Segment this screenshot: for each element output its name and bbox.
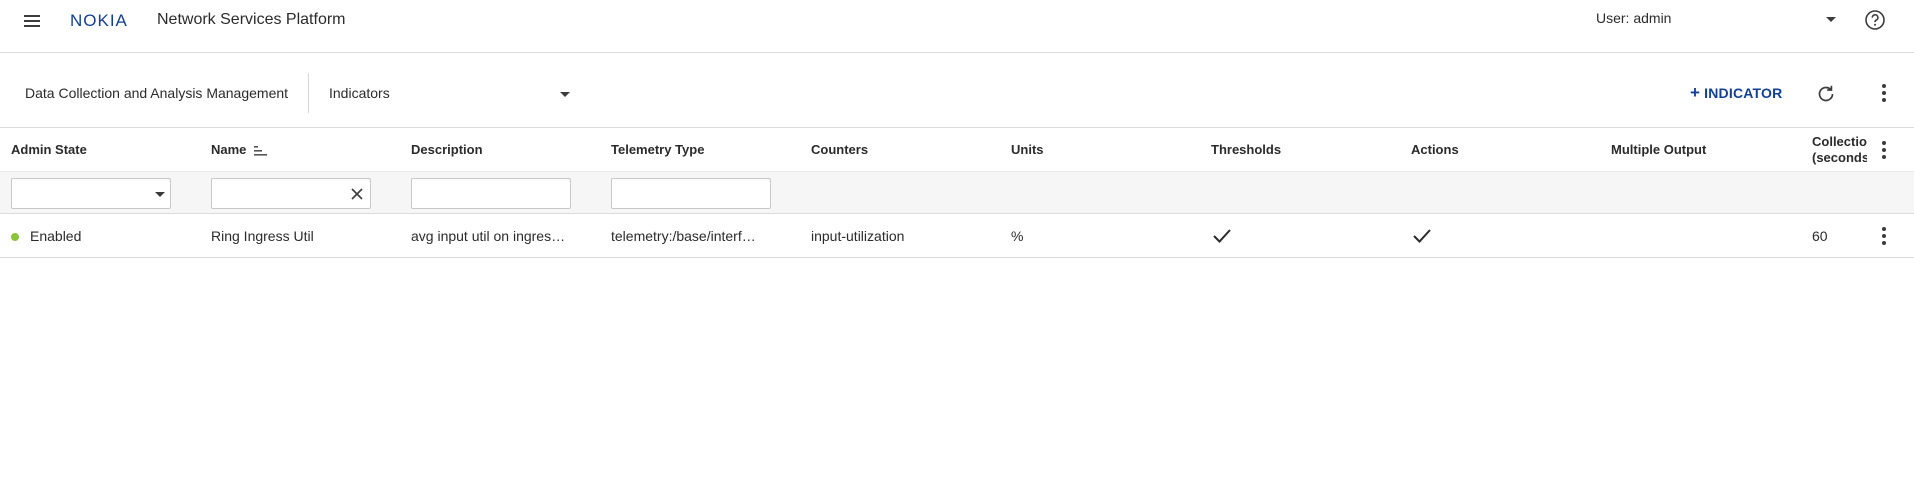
description-filter[interactable] bbox=[411, 178, 571, 209]
filter-row bbox=[0, 171, 1914, 214]
more-vertical-icon[interactable] bbox=[1881, 84, 1887, 104]
column-header-collection-interval[interactable]: Collectio (seconds bbox=[1812, 134, 1867, 166]
status-enabled-icon bbox=[11, 233, 19, 241]
plus-icon: + bbox=[1690, 83, 1701, 102]
column-header-thresholds[interactable]: Thresholds bbox=[1211, 142, 1281, 157]
cell-telemetry-type: telemetry:/base/interf… bbox=[611, 228, 756, 244]
checkmark-icon bbox=[1413, 229, 1431, 243]
description-filter-input[interactable] bbox=[412, 179, 570, 208]
user-menu[interactable]: User: admin bbox=[1596, 10, 1671, 26]
name-filter[interactable] bbox=[211, 178, 371, 209]
table-header: Admin State Name Description Telemetry T… bbox=[0, 128, 1914, 171]
app-title: Network Services Platform bbox=[157, 11, 346, 28]
chevron-down-icon bbox=[560, 92, 570, 97]
refresh-icon[interactable] bbox=[1815, 83, 1837, 105]
sort-icon[interactable] bbox=[254, 145, 268, 156]
close-icon[interactable] bbox=[350, 187, 364, 201]
chevron-down-icon bbox=[155, 192, 165, 197]
cell-description: avg input util on ingres… bbox=[411, 228, 566, 244]
help-circle-icon[interactable] bbox=[1864, 9, 1886, 31]
svg-text:NOKIA: NOKIA bbox=[70, 11, 128, 29]
nokia-logo: NOKIA bbox=[70, 11, 128, 29]
column-header-name[interactable]: Name bbox=[211, 142, 268, 157]
add-indicator-button[interactable]: + INDICATOR bbox=[1690, 83, 1782, 105]
divider bbox=[308, 73, 309, 113]
column-header-description[interactable]: Description bbox=[411, 142, 483, 157]
name-filter-input[interactable] bbox=[212, 179, 370, 208]
breadcrumb: Data Collection and Analysis Management bbox=[25, 85, 289, 101]
chevron-down-icon[interactable] bbox=[1826, 17, 1836, 22]
telemetry-type-filter-input[interactable] bbox=[612, 179, 770, 208]
column-header-collection-line1: Collectio bbox=[1812, 134, 1867, 149]
page-toolbar: Data Collection and Analysis Management … bbox=[0, 53, 1914, 128]
column-header-multiple-output[interactable]: Multiple Output bbox=[1611, 142, 1706, 157]
checkmark-icon bbox=[1213, 229, 1231, 243]
column-header-collection-line2: (seconds bbox=[1812, 150, 1867, 165]
table-row[interactable]: Enabled Ring Ingress Util avg input util… bbox=[0, 214, 1914, 258]
row-more-vertical-icon[interactable] bbox=[1881, 227, 1887, 247]
cell-units: % bbox=[1011, 228, 1024, 244]
cell-counters: input-utilization bbox=[811, 228, 905, 244]
cell-collection-interval: 60 bbox=[1812, 228, 1828, 244]
cell-admin-state: Enabled bbox=[30, 228, 82, 244]
hamburger-icon[interactable] bbox=[22, 12, 44, 30]
column-header-admin-state[interactable]: Admin State bbox=[11, 142, 87, 157]
add-indicator-label: INDICATOR bbox=[1704, 85, 1783, 101]
more-vertical-icon[interactable] bbox=[1881, 141, 1887, 161]
telemetry-type-filter[interactable] bbox=[611, 178, 771, 209]
app-header: NOKIA Network Services Platform User: ad… bbox=[0, 0, 1914, 53]
view-select[interactable]: Indicators bbox=[329, 75, 571, 105]
admin-state-filter[interactable] bbox=[11, 178, 171, 209]
column-header-units[interactable]: Units bbox=[1011, 142, 1044, 157]
column-header-actions[interactable]: Actions bbox=[1411, 142, 1459, 157]
column-header-counters[interactable]: Counters bbox=[811, 142, 868, 157]
column-header-telemetry-type[interactable]: Telemetry Type bbox=[611, 142, 704, 157]
column-header-name-label: Name bbox=[211, 142, 247, 157]
view-select-value: Indicators bbox=[329, 85, 390, 101]
cell-name: Ring Ingress Util bbox=[211, 228, 314, 244]
